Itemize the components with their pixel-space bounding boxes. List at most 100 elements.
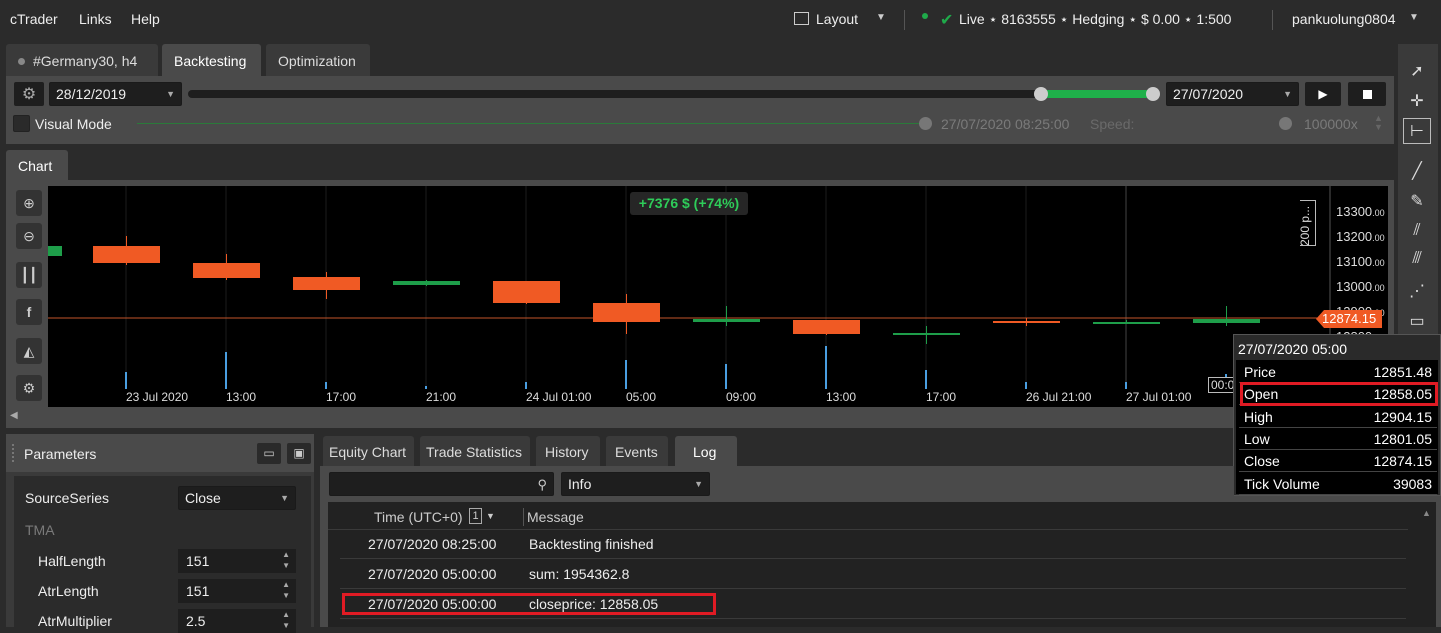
stepper-icon[interactable]: ▲ ▼: [282, 579, 290, 601]
progress-handle[interactable]: [919, 117, 932, 130]
source-series-label: SourceSeries: [25, 490, 110, 506]
settings-gear-icon[interactable]: ⚙: [14, 82, 44, 106]
speed-value: 100000x: [1304, 116, 1358, 132]
candle: [1193, 319, 1260, 323]
tab-history[interactable]: History: [536, 436, 600, 466]
layout-button[interactable]: Layout: [816, 11, 858, 27]
template-icon[interactable]: ◭: [16, 338, 42, 364]
ohlc-row-tick-volume: Tick Volume 39083: [1239, 473, 1437, 495]
current-price-tag: 12874.15: [1316, 310, 1382, 328]
log-filter-select[interactable]: Info ▼: [561, 472, 710, 496]
menu-ctrader[interactable]: cTrader: [10, 11, 58, 27]
ohlc-row-high: High 12904.15: [1239, 406, 1437, 428]
connection-status-icon: [922, 13, 928, 19]
tab-backtesting[interactable]: Backtesting: [162, 44, 261, 76]
ohlc-row-price: Price 12851.48: [1239, 361, 1437, 383]
rectangle-icon[interactable]: ▭: [1403, 308, 1431, 334]
atr-length-label: AtrLength: [38, 583, 99, 599]
speed-stepper-icon[interactable]: ▲ ▼: [1374, 114, 1383, 132]
play-button[interactable]: ▶: [1305, 82, 1341, 106]
candle: [693, 319, 760, 322]
log-row[interactable]: 27/07/2020 08:25:00 Backtesting finished: [340, 529, 1406, 559]
tab-log[interactable]: Log: [675, 436, 737, 466]
date-range-slider[interactable]: [188, 90, 1153, 98]
user-menu[interactable]: pankuolung0804: [1292, 11, 1396, 27]
account-info[interactable]: Live ⋆ 8163555 ⋆ Hedging ⋆ $ 0.00 ⋆ 1:50…: [959, 11, 1231, 28]
sort-desc-icon[interactable]: ▼: [486, 511, 495, 521]
facebook-icon[interactable]: f: [16, 299, 42, 325]
visual-mode-checkbox[interactable]: [13, 115, 30, 132]
candlestick-icon[interactable]: ┃┃: [16, 262, 42, 288]
tab-optimization[interactable]: Optimization: [266, 44, 370, 76]
chart-svg: [48, 186, 1331, 389]
ohlc-label: Low: [1244, 430, 1270, 447]
source-series-select[interactable]: Close ▼: [178, 486, 296, 510]
open-folder-icon[interactable]: ▭: [257, 443, 281, 464]
candle: [893, 333, 960, 335]
chart-settings-icon[interactable]: ⚙: [16, 375, 42, 401]
sort-order-badge: 1: [469, 508, 482, 524]
log-row[interactable]: 27/07/2020 05:00:00 sum: 1954362.8: [340, 559, 1406, 589]
ohlc-value: 12904.15: [1373, 408, 1432, 425]
atr-length-input[interactable]: 151 ▲ ▼: [178, 579, 296, 603]
progress-track: [137, 123, 923, 124]
price-chart[interactable]: [48, 186, 1388, 407]
menu-help[interactable]: Help: [131, 11, 160, 27]
half-length-input[interactable]: 151 ▲ ▼: [178, 549, 296, 573]
ohlc-label: Tick Volume: [1244, 475, 1320, 492]
tab-events[interactable]: Events: [606, 436, 668, 466]
fib-retracement-icon[interactable]: ⋰: [1403, 278, 1431, 304]
atr-multiplier-input[interactable]: 2.5 ▲ ▼: [178, 609, 296, 633]
time-tick: 24 Jul 01:00: [526, 390, 592, 404]
stepper-icon[interactable]: ▲ ▼: [282, 609, 290, 631]
range-end-handle[interactable]: [1146, 87, 1160, 101]
crosshair-icon[interactable]: ✛: [1403, 88, 1431, 114]
chevron-down-icon[interactable]: ▼: [1409, 12, 1419, 23]
candle: [393, 281, 460, 285]
ohlc-row-low: Low 12801.05: [1239, 428, 1437, 450]
time-tick: 26 Jul 21:00: [1026, 390, 1092, 404]
save-icon[interactable]: ▣: [287, 443, 311, 464]
ohlc-label: Price: [1244, 364, 1276, 380]
col-message-header[interactable]: Message: [527, 509, 584, 525]
col-time-header[interactable]: Time (UTC+0): [374, 509, 463, 525]
pen-icon[interactable]: ✎: [1403, 188, 1431, 214]
tma-group-label: TMA: [25, 522, 55, 538]
candle: [48, 246, 62, 256]
log-search-input[interactable]: ⚲: [329, 472, 554, 496]
measure-icon[interactable]: ⊢: [1403, 118, 1431, 144]
chevron-down-icon: ▼: [694, 479, 703, 489]
fibonacci-icon[interactable]: ⫽: [1403, 218, 1431, 244]
zoom-in-icon[interactable]: ⊕: [16, 190, 42, 216]
candle: [993, 321, 1060, 323]
stepper-icon[interactable]: ▲ ▼: [282, 549, 290, 571]
end-date-input[interactable]: 27/07/2020 ▼: [1166, 82, 1299, 106]
candle: [93, 246, 160, 263]
scroll-left-icon[interactable]: ◀: [10, 410, 18, 421]
ohlc-value: 12851.48: [1373, 364, 1432, 380]
price-tick: 13300.00: [1336, 204, 1385, 219]
time-tick: 17:00: [926, 390, 957, 404]
scale-label: 200 p...: [1298, 205, 1312, 246]
start-date-input[interactable]: 28/12/2019 ▼: [49, 82, 182, 106]
stop-button[interactable]: [1348, 82, 1386, 106]
tab-symbol[interactable]: #Germany30, h4: [6, 44, 158, 76]
range-start-handle[interactable]: [1034, 87, 1048, 101]
menu-links[interactable]: Links: [79, 11, 112, 27]
ohlc-title: 27/07/2020 05:00: [1238, 341, 1347, 357]
speed-handle[interactable]: [1279, 117, 1292, 130]
pitchfork-icon[interactable]: ⫻: [1403, 246, 1431, 272]
time-tick: 17:00: [326, 390, 357, 404]
price-tick: 13000.00: [1336, 279, 1385, 294]
cursor-icon[interactable]: ➚: [1403, 58, 1431, 84]
chevron-down-icon[interactable]: ▼: [876, 12, 886, 23]
tab-equity-chart[interactable]: Equity Chart: [323, 436, 414, 466]
drag-handle-icon[interactable]: [12, 444, 16, 462]
tab-chart[interactable]: Chart: [6, 150, 68, 180]
ohlc-label: Close: [1244, 453, 1280, 470]
tab-trade-statistics[interactable]: Trade Statistics: [420, 436, 530, 466]
trendline-icon[interactable]: ╱: [1403, 158, 1431, 184]
scroll-up-icon[interactable]: ▲: [1422, 508, 1431, 518]
ohlc-value: 12874.15: [1373, 453, 1432, 470]
zoom-out-icon[interactable]: ⊖: [16, 223, 42, 249]
